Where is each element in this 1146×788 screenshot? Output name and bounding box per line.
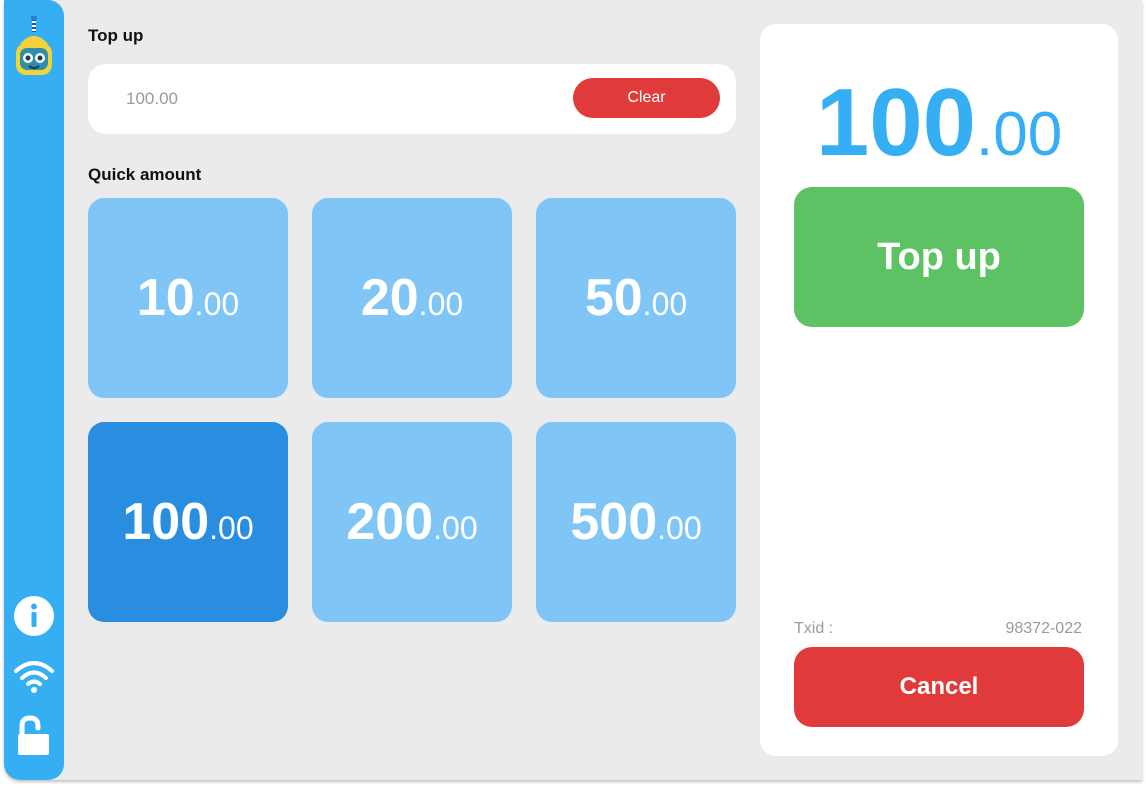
topup-section-label: Top up (88, 26, 144, 45)
tile-amount-integer: 100 (122, 493, 210, 551)
selected-amount-integer: 100 (815, 69, 976, 176)
tile-amount-decimal: .00 (209, 509, 254, 546)
tile-amount-decimal: .00 (433, 509, 478, 546)
selected-amount-display: 100.00 (760, 68, 1118, 178)
clear-button[interactable]: Clear (573, 78, 720, 118)
quick-amount-tile-20[interactable]: 20.00 (312, 198, 512, 398)
tile-amount-integer: 200 (346, 493, 434, 551)
quick-amount-tile-10[interactable]: 10.00 (88, 198, 288, 398)
tile-amount-decimal: .00 (194, 285, 240, 322)
selected-amount-decimal: .00 (975, 100, 1063, 169)
tile-amount-integer: 50 (584, 269, 643, 327)
quick-amount-tile-200[interactable]: 200.00 (312, 422, 512, 622)
amount-input-card: Clear (88, 64, 736, 134)
robot-mascot-icon (16, 16, 52, 75)
amount-input[interactable] (110, 84, 530, 114)
txid-value: 98372-022 (1005, 620, 1082, 637)
tile-amount-integer: 20 (360, 269, 419, 327)
quick-amount-tile-100[interactable]: 100.00 (88, 422, 288, 622)
topup-button[interactable]: Top up (794, 187, 1084, 327)
tile-amount-decimal: .00 (657, 509, 702, 546)
tile-amount-decimal: .00 (418, 285, 464, 322)
info-icon[interactable] (13, 595, 55, 637)
txid-label: Txid : (794, 620, 834, 637)
tile-amount-integer: 500 (570, 493, 658, 551)
quick-amount-label: Quick amount (88, 165, 202, 184)
app-window: Top up Clear Quick amount 10.00 20.00 50… (4, 0, 1142, 780)
unlock-icon[interactable] (13, 714, 55, 756)
sidebar (4, 0, 64, 780)
quick-amount-tile-50[interactable]: 50.00 (536, 198, 736, 398)
quick-amount-tile-500[interactable]: 500.00 (536, 422, 736, 622)
tile-amount-integer: 10 (136, 269, 195, 327)
wifi-icon[interactable] (13, 655, 55, 697)
tile-amount-decimal: .00 (642, 285, 688, 322)
cancel-button[interactable]: Cancel (794, 647, 1084, 727)
summary-panel: 100.00 Top up Txid : 98372-022 Cancel (760, 24, 1118, 756)
